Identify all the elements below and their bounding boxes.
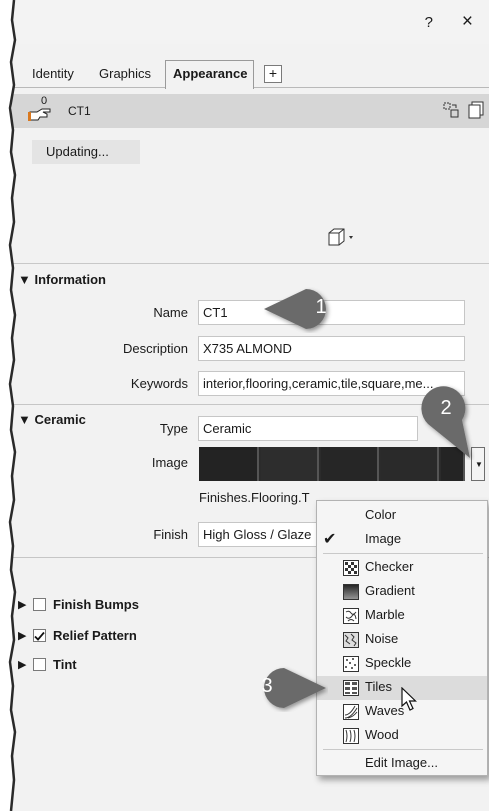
material-preview: Updating... [12,128,489,264]
relief-pattern-checkbox[interactable] [33,629,46,642]
menu-item-checker[interactable]: Checker [317,556,487,580]
tab-identity[interactable]: Identity [32,66,74,81]
menu-item-label: Checker [365,559,414,574]
menu-item-marble[interactable]: Marble [317,604,487,628]
menu-item-label: Speckle [365,655,412,670]
menu-item-label: Marble [365,607,405,622]
tab-strip: Identity Graphics Appearance + [12,60,489,89]
check-icon: ✔ [323,531,337,548]
menu-item-label: Image [365,531,402,546]
menu-item-speckle[interactable]: Speckle [317,652,487,676]
menu-item-image[interactable]: ✔ Image [317,528,487,552]
keywords-label: Keywords [130,376,188,391]
wood-icon [343,728,359,744]
description-field[interactable]: X735 ALMOND [198,336,465,361]
name-label: Name [153,305,188,320]
information-header: Information [34,272,106,287]
menu-item-label: Noise [365,631,399,646]
callout-number: 1 [315,296,327,318]
asset-name: CT1 [68,104,91,118]
type-label: Type [159,421,188,436]
torn-edge-decoration [0,0,17,811]
close-button[interactable]: × [462,11,473,33]
tab-appearance[interactable]: Appearance [165,60,255,89]
tab-graphics[interactable]: Graphics [99,66,151,81]
updating-button[interactable]: Updating... [32,140,140,164]
callout-number: 2 [440,397,452,419]
menu-item-label: Waves [365,703,405,718]
tint-label: Tint [53,657,77,672]
menu-item-color[interactable]: Color [317,504,487,528]
image-filename: Finishes.Flooring.T [199,490,310,505]
callout-3: 3 [246,664,328,712]
menu-item-label: Wood [365,727,399,742]
relief-pattern-label: Relief Pattern [53,628,137,643]
finish-bumps-checkbox[interactable] [33,598,46,611]
image-type-menu: Color ✔ Image Checker Gradient Marble No… [316,500,488,776]
chevron-down-icon: ▼ [475,460,483,469]
callout-number: 3 [261,675,273,697]
menu-item-gradient[interactable]: Gradient [317,580,487,604]
marble-icon [343,608,359,624]
noise-icon [343,632,359,648]
ceramic-header: Ceramic [34,412,86,427]
copy-asset-icon[interactable] [468,101,484,119]
duplicate-asset-icon[interactable] [443,102,459,118]
finish-label: Finish [153,527,188,542]
menu-item-label: Tiles [365,679,392,694]
menu-item-edit-image[interactable]: Edit Image... [317,752,487,776]
checker-icon [343,560,359,576]
ceramic-section-toggle[interactable]: ▼ Ceramic [18,412,86,427]
menu-item-wood[interactable]: Wood [317,724,487,748]
menu-separator [323,749,483,750]
information-section-toggle[interactable]: ▼ Information [18,272,106,287]
speckle-icon [343,656,359,672]
gradient-icon [343,584,359,600]
menu-item-label: Gradient [365,583,415,598]
checkmark-icon [34,631,45,641]
menu-item-noise[interactable]: Noise [317,628,487,652]
help-button[interactable]: ? [425,14,433,31]
type-dropdown[interactable]: Ceramic [198,416,418,441]
mouse-cursor-icon [401,687,417,711]
callout-2: 2 [410,380,480,460]
description-label: Description [122,341,188,356]
title-bar: ? × [12,0,489,44]
menu-item-label: Edit Image... [365,755,438,770]
waves-icon [343,704,359,720]
preview-scene-dropdown-icon[interactable] [325,226,359,248]
menu-separator [323,553,483,554]
asset-bar: 0 CT1 [12,94,489,128]
tint-checkbox[interactable] [33,658,46,671]
finish-bumps-label: Finish Bumps [53,597,139,612]
tiles-icon [343,680,359,696]
add-tab-button[interactable]: + [264,65,282,83]
image-label: Image [151,455,188,470]
asset-usage-count: 0 [41,95,48,107]
callout-1: 1 [262,285,352,333]
menu-item-label: Color [365,507,397,522]
